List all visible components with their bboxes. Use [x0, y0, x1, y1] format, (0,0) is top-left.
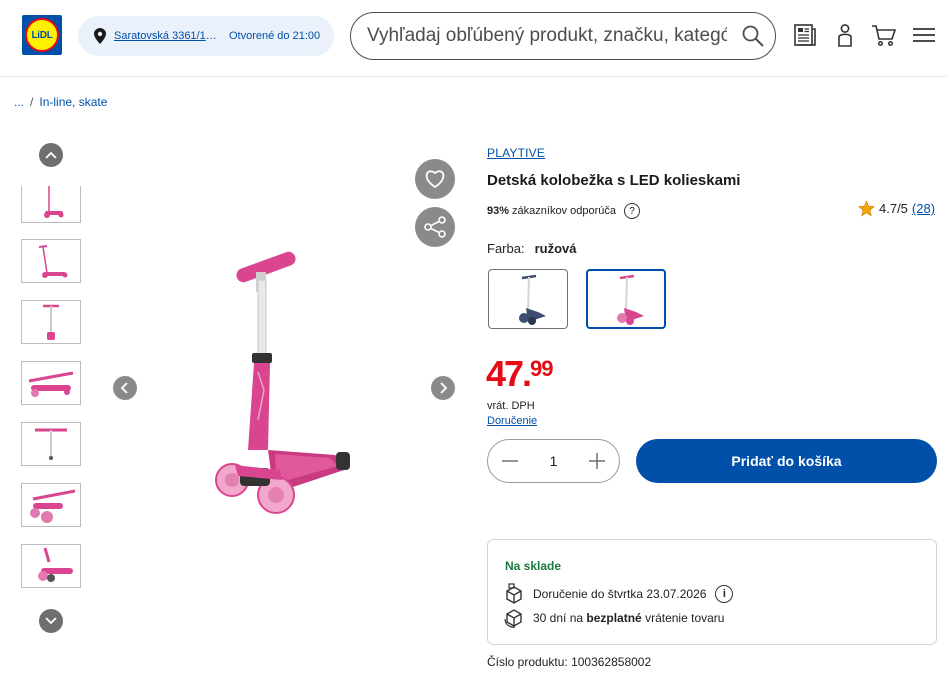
recommendation: 93% zákazníkov odporúča ?	[487, 203, 640, 219]
availability-box: Na sklade Doručenie do štvrtka 23.07.202…	[487, 539, 937, 645]
increase-quantity-button[interactable]	[585, 449, 609, 473]
info-icon[interactable]: i	[715, 585, 734, 603]
cart-icon[interactable]	[871, 22, 897, 48]
store-address[interactable]: Saratovská 3361/1A, Bratislava	[114, 30, 220, 42]
product-title: Detská kolobežka s LED kolieskami	[487, 172, 741, 189]
star-icon	[858, 200, 875, 217]
product-number-label: Číslo produktu:	[487, 655, 568, 669]
leaflet-icon[interactable]	[792, 22, 818, 48]
breadcrumb-current[interactable]: In-line, skate	[39, 95, 107, 109]
color-label: Farba:	[487, 241, 525, 256]
chevron-left-icon	[121, 382, 128, 394]
product-number-value: 100362858002	[571, 655, 652, 669]
breadcrumb-separator: /	[30, 95, 34, 109]
chevron-down-icon	[45, 617, 57, 625]
thumbnail-5[interactable]	[21, 422, 81, 466]
scooter-thumb-image	[43, 304, 59, 340]
chevron-right-icon	[440, 382, 447, 394]
search-icon[interactable]	[741, 24, 765, 48]
logo-text: LiDL	[31, 29, 53, 41]
thumbnail-6[interactable]	[21, 483, 81, 527]
quantity-stepper: 1	[487, 439, 620, 483]
logo-circle: LiDL	[25, 18, 59, 52]
lidl-logo[interactable]: LiDL	[22, 15, 62, 55]
delivery-row: Doručenie do štvrtka 23.07.2026 i	[503, 583, 734, 605]
scooter-pink-image	[617, 274, 644, 325]
heart-icon	[425, 170, 445, 189]
thumbnail-3[interactable]	[21, 300, 81, 344]
return-suffix: vrátenie tovaru	[645, 611, 725, 625]
stock-status: Na sklade	[505, 559, 562, 573]
store-selector[interactable]: Saratovská 3361/1A, Bratislava Otvorené …	[78, 16, 334, 56]
header: LiDL Saratovská 3361/1A, Bratislava Otvo…	[0, 0, 947, 77]
vat-note: vrát. DPH	[487, 400, 535, 412]
return-row: 30 dní na bezplatné vrátenie tovaru	[503, 607, 724, 629]
add-to-cart-button[interactable]: Pridať do košíka	[636, 439, 937, 483]
color-swatch-pink[interactable]	[586, 269, 666, 329]
thumbs-down-button[interactable]	[39, 609, 63, 633]
scooter-thumb-image	[38, 547, 73, 582]
thumbnail-2[interactable]	[21, 239, 81, 283]
quantity-value[interactable]: 1	[539, 453, 569, 469]
color-value: ružová	[534, 241, 577, 256]
product-number: Číslo produktu: 100362858002	[487, 655, 651, 669]
price: 47. 99	[486, 353, 554, 394]
scooter-thumb-image	[30, 489, 76, 523]
product-main-image[interactable]	[140, 150, 420, 520]
chevron-up-icon	[45, 151, 57, 159]
scooter-thumb-image	[28, 371, 74, 397]
gallery-prev-button[interactable]	[113, 376, 137, 400]
question-icon[interactable]: ?	[623, 203, 640, 219]
thumbnail-4[interactable]	[21, 361, 81, 405]
breadcrumb-ellipsis[interactable]: ...	[14, 95, 24, 109]
scooter-thumb-image	[35, 428, 67, 460]
rating-value: 4.7/5	[879, 201, 908, 216]
search-input[interactable]	[367, 25, 727, 47]
share-button[interactable]	[415, 207, 455, 247]
decrease-quantity-button[interactable]	[498, 449, 522, 473]
menu-icon[interactable]	[911, 22, 937, 48]
location-pin-icon	[94, 28, 106, 44]
delivery-date-text: Doručenie do štvrtka 23.07.2026	[533, 587, 707, 601]
color-swatch-blue[interactable]	[488, 269, 568, 329]
user-icon[interactable]	[832, 22, 858, 48]
rating: 4.7/5 (28)	[858, 200, 935, 217]
thumbnail-1[interactable]	[21, 186, 81, 223]
brand-link[interactable]: PLAYTIVE	[487, 146, 545, 160]
thumbs-up-button[interactable]	[39, 143, 63, 167]
plus-icon	[589, 453, 605, 469]
recommend-percent: 93%	[487, 205, 510, 217]
return-prefix: 30 dní na	[533, 611, 584, 625]
favorite-button[interactable]	[415, 159, 455, 199]
minus-icon	[502, 460, 518, 462]
breadcrumb: ... / In-line, skate	[14, 95, 107, 109]
return-bold: bezplatné	[586, 611, 642, 625]
store-hours: Otvorené do 21:00	[229, 30, 321, 42]
color-row: Farba: ružová	[487, 241, 576, 256]
rating-count-link[interactable]: (28)	[912, 201, 935, 216]
delivery-link[interactable]: Doručenie	[487, 415, 537, 427]
recommend-text: zákazníkov odporúča	[512, 205, 616, 217]
scooter-thumb-image	[38, 245, 68, 278]
search-bar[interactable]	[350, 12, 776, 60]
thumbnail-7[interactable]	[21, 544, 81, 588]
delivery-box-icon	[506, 583, 522, 604]
gallery-next-button[interactable]	[431, 376, 455, 400]
share-icon	[424, 216, 446, 238]
scooter-blue-image	[519, 274, 546, 325]
return-icon	[504, 609, 522, 628]
scooter-thumb-image	[44, 186, 64, 218]
price-integer: 47.	[486, 353, 532, 394]
price-decimal: 99	[530, 356, 554, 381]
